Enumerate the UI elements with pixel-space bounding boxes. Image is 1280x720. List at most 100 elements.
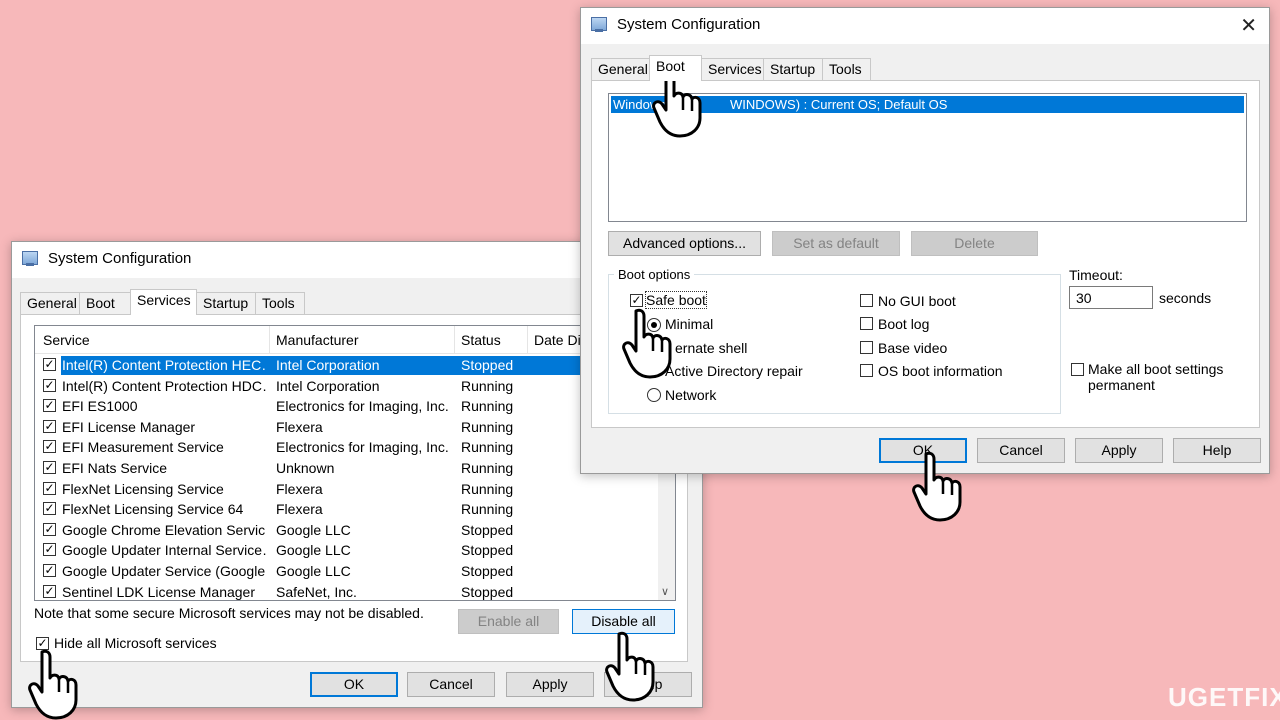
os-entry-selected[interactable]: Windows WINDOWS) : Current OS; Default O… xyxy=(611,96,1244,113)
service-manufacturer: Intel Corporation xyxy=(276,377,380,394)
table-row[interactable]: ✓ Sentinel LDK License Manager SafeNet, In… xyxy=(35,582,660,600)
service-status: Stopped xyxy=(461,583,514,600)
system-config-icon xyxy=(591,17,607,32)
service-status: Stopped xyxy=(461,521,514,538)
advanced-options-button[interactable]: Advanced options... xyxy=(608,231,761,256)
safe-boot-checkbox[interactable]: ✓ xyxy=(630,294,643,307)
tab-startup[interactable]: Startup xyxy=(196,292,256,314)
column-manufacturer[interactable]: Manufacturer xyxy=(276,332,446,348)
service-checkbox[interactable]: ✓ xyxy=(43,358,56,371)
tab-services[interactable]: Services xyxy=(130,289,197,315)
table-row[interactable]: ✓ Google Updater Service (Google… Google L… xyxy=(35,561,660,582)
os-list[interactable]: Windows WINDOWS) : Current OS; Default O… xyxy=(608,93,1247,222)
boot-log-checkbox[interactable] xyxy=(860,317,873,330)
service-checkbox[interactable]: ✓ xyxy=(43,584,56,598)
secure-services-note: Note that some secure Microsoft services… xyxy=(34,605,424,621)
service-status: Stopped xyxy=(461,542,514,559)
cancel-button[interactable]: Cancel xyxy=(977,438,1065,463)
tab-general[interactable]: General xyxy=(591,58,650,80)
minimal-radio[interactable] xyxy=(647,318,661,332)
close-icon[interactable]: ✕ xyxy=(1240,13,1257,38)
service-name: Sentinel LDK License Manager xyxy=(62,583,256,600)
timeout-label: Timeout: xyxy=(1069,267,1123,283)
base-video-checkbox[interactable] xyxy=(860,341,873,354)
table-row[interactable]: ✓ EFI Measurement Service Electronics for … xyxy=(35,437,660,458)
make-permanent-checkbox[interactable] xyxy=(1071,363,1084,376)
service-name: Intel(R) Content Protection HDC… xyxy=(62,377,267,394)
enable-all-button[interactable]: Enable all xyxy=(458,609,559,634)
cancel-button[interactable]: Cancel xyxy=(407,672,495,697)
column-service[interactable]: Service xyxy=(43,332,268,348)
table-row[interactable]: ✓ FlexNet Licensing Service 64 Flexera Runn… xyxy=(35,499,660,520)
no-gui-boot-label: No GUI boot xyxy=(878,293,956,309)
column-status[interactable]: Status xyxy=(461,332,521,348)
service-name: EFI ES1000 xyxy=(62,398,138,415)
column-divider xyxy=(527,326,528,353)
help-button[interactable]: Help xyxy=(1173,438,1261,463)
service-manufacturer: Flexera xyxy=(276,501,323,518)
service-manufacturer: Electronics for Imaging, Inc. xyxy=(276,398,449,415)
window-title: System Configuration xyxy=(617,16,761,33)
disable-all-button[interactable]: Disable all xyxy=(572,609,675,634)
service-checkbox[interactable]: ✓ xyxy=(43,399,56,413)
hide-ms-services-checkbox[interactable]: ✓ xyxy=(36,637,49,650)
table-row[interactable]: ✓ EFI License Manager Flexera Running xyxy=(35,417,660,438)
network-radio[interactable] xyxy=(647,388,661,402)
tab-services[interactable]: Services xyxy=(701,58,764,80)
service-checkbox[interactable]: ✓ xyxy=(43,440,56,454)
service-checkbox[interactable]: ✓ xyxy=(43,564,56,577)
tab-boot[interactable]: Boot xyxy=(649,55,702,81)
boot-window: System Configuration ✕ General Boot Serv… xyxy=(580,7,1270,474)
tab-tools[interactable]: Tools xyxy=(255,292,305,314)
table-row[interactable]: ✓ Google Chrome Elevation Servic… Google L… xyxy=(35,520,660,541)
apply-button[interactable]: Apply xyxy=(506,672,594,697)
alternate-shell-radio[interactable] xyxy=(647,341,661,355)
service-checkbox[interactable]: ✓ xyxy=(43,502,56,516)
service-checkbox[interactable]: ✓ xyxy=(43,461,56,474)
service-checkbox[interactable]: ✓ xyxy=(43,378,56,392)
service-checkbox[interactable]: ✓ xyxy=(43,419,56,433)
ok-button[interactable]: OK xyxy=(879,438,967,463)
delete-button[interactable]: Delete xyxy=(911,231,1038,256)
table-row[interactable]: ✓ Intel(R) Content Protection HDC… Intel C… xyxy=(35,376,660,397)
service-name: Google Chrome Elevation Servic… xyxy=(62,521,267,538)
set-as-default-button[interactable]: Set as default xyxy=(772,231,900,256)
ok-button[interactable]: OK xyxy=(310,672,398,697)
column-divider xyxy=(269,326,270,353)
service-checkbox[interactable]: ✓ xyxy=(43,481,56,495)
minimal-label: Minimal xyxy=(665,316,714,332)
table-row[interactable]: ✓ EFI Nats Service Unknown Running xyxy=(35,458,660,479)
help-button[interactable]: Help xyxy=(604,672,692,697)
tab-general[interactable]: General xyxy=(20,292,80,314)
os-boot-information-checkbox[interactable] xyxy=(860,364,873,377)
table-row[interactable]: ✓ FlexNet Licensing Service Flexera Running xyxy=(35,479,660,500)
base-video-label: Base video xyxy=(878,340,948,356)
boot-titlebar: System Configuration ✕ xyxy=(581,8,1269,44)
service-status: Running xyxy=(461,398,514,415)
network-label: Network xyxy=(665,387,717,403)
service-manufacturer: SafeNet, Inc. xyxy=(276,583,357,600)
table-row[interactable]: ✓ Intel(R) Content Protection HEC… Intel C… xyxy=(35,355,660,376)
service-checkbox[interactable]: ✓ xyxy=(43,522,56,536)
tab-tools[interactable]: Tools xyxy=(822,58,871,80)
os-entry-name: Windows xyxy=(613,97,666,112)
service-name: EFI Measurement Service xyxy=(62,439,224,456)
service-name: Intel(R) Content Protection HEC… xyxy=(62,357,267,373)
service-status: Running xyxy=(461,480,514,497)
tab-boot[interactable]: Boot xyxy=(79,292,131,314)
service-checkbox[interactable]: ✓ xyxy=(43,543,56,557)
table-row[interactable]: ✓ EFI ES1000 Electronics for Imaging, Inc.… xyxy=(35,396,660,417)
table-row[interactable]: ✓ Google Updater Internal Service… Google … xyxy=(35,540,660,561)
safe-boot-label: Safe boot xyxy=(645,291,707,309)
no-gui-boot-checkbox[interactable] xyxy=(860,294,873,307)
service-manufacturer: Google LLC xyxy=(276,521,351,538)
apply-button[interactable]: Apply xyxy=(1075,438,1163,463)
service-manufacturer: Google LLC xyxy=(276,542,351,559)
scroll-down-icon[interactable]: ∨ xyxy=(661,585,669,598)
service-status: Stopped xyxy=(461,563,514,579)
tab-startup[interactable]: Startup xyxy=(763,58,823,80)
boot-tab-panel: Windows WINDOWS) : Current OS; Default O… xyxy=(591,80,1260,428)
active-directory-repair-radio[interactable] xyxy=(647,364,661,378)
timeout-input[interactable]: 30 xyxy=(1069,286,1153,309)
window-title: System Configuration xyxy=(48,250,192,267)
